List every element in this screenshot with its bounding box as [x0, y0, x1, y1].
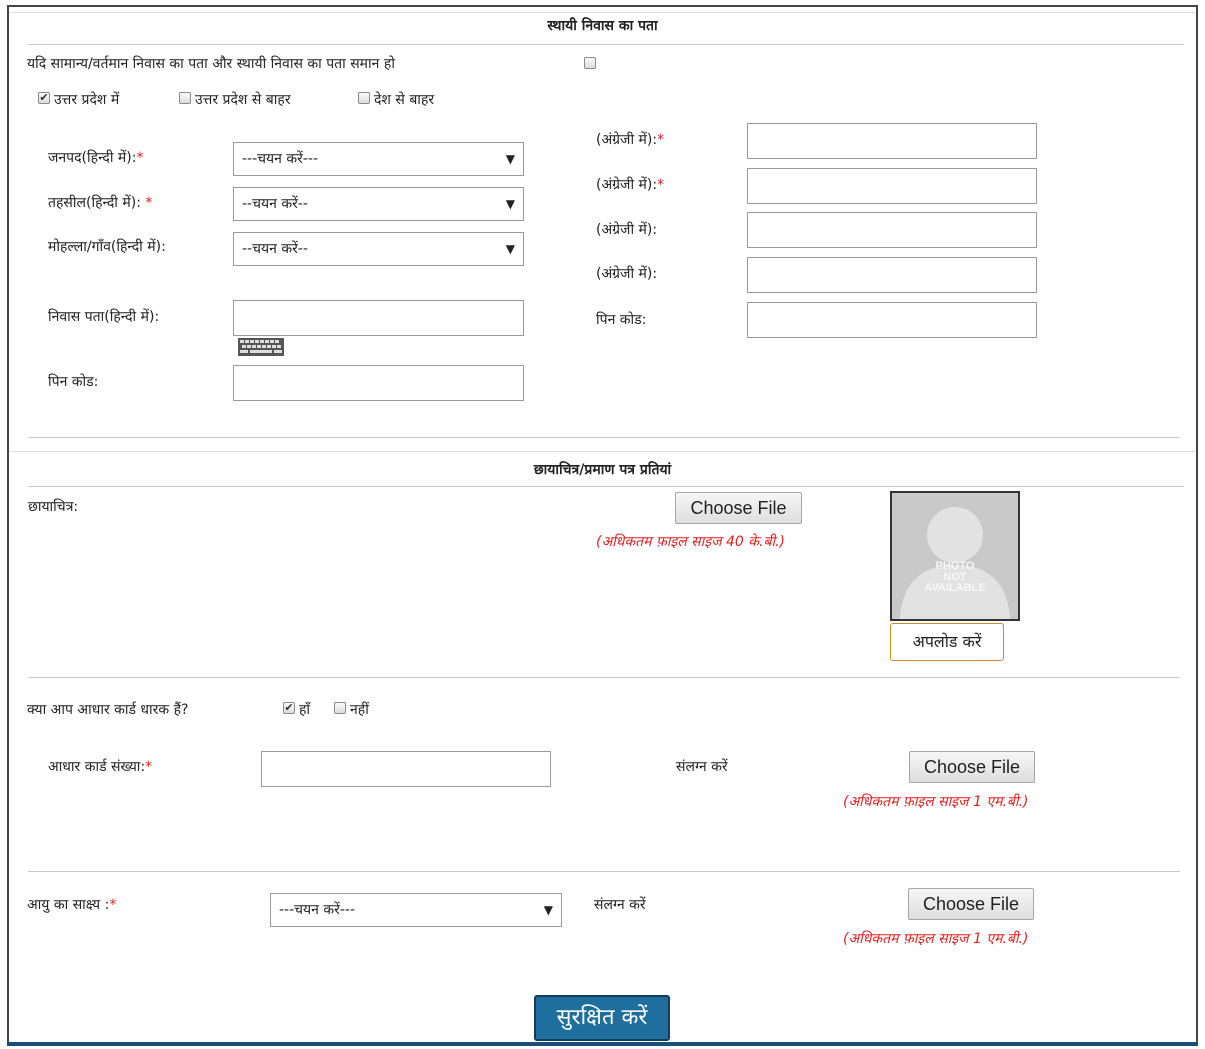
same-address-checkbox[interactable] [584, 57, 596, 69]
aadhaar-size-hint: (अधिकतम फ़ाइल साइज 1 एम.बी.) [843, 794, 1029, 810]
save-button[interactable]: सुरक्षित करें [534, 995, 670, 1041]
bottom-bar [7, 1042, 1198, 1046]
outside-country-checkbox[interactable] [358, 92, 370, 104]
aadhaar-number-input[interactable] [261, 751, 551, 787]
chevron-down-icon: ▼ [543, 903, 553, 917]
title-divider [28, 44, 1184, 45]
tehsil-label: तहसील(हिन्दी में): * [48, 195, 153, 211]
mohalla-english-label: (अंग्रेजी में): [596, 222, 658, 238]
photo-choose-file-button[interactable]: Choose File [675, 492, 802, 524]
age-attach-label: संलग्न करें [594, 897, 646, 913]
aadhaar-number-label: आधार कार्ड संख्या:* [48, 759, 153, 775]
photo-section-title: छायाचित्र/प्रमाण पत्र प्रतियां [533, 462, 672, 478]
age-size-hint: (अधिकतम फ़ाइल साइज 1 एम.बी.) [843, 931, 1029, 947]
address-input[interactable] [233, 300, 524, 336]
district-english-label: (अंग्रेजी में):* [596, 132, 665, 148]
age-divider [28, 871, 1180, 872]
upload-button[interactable]: अपलोड करें [890, 623, 1004, 661]
same-address-label: यदि सामान्य/वर्तमान निवास का पता और स्था… [27, 56, 395, 72]
mohalla-english-input[interactable] [747, 212, 1037, 248]
outside-country-label: देश से बाहर [374, 92, 435, 108]
person-silhouette-icon [892, 493, 1018, 619]
photo-placeholder: PHOTO NOT AVAILABLE [890, 491, 1020, 621]
age-choose-file-button[interactable]: Choose File [908, 888, 1034, 920]
address-english-label: (अंग्रेजी में): [596, 266, 658, 282]
age-proof-select[interactable]: ---चयन करें--- ▼ [270, 893, 562, 927]
aadhaar-no-label: नहीं [350, 702, 369, 718]
tehsil-english-input[interactable] [747, 168, 1037, 204]
section-divider [28, 437, 1180, 438]
keyboard-icon[interactable] [238, 338, 284, 356]
chevron-down-icon: ▼ [505, 152, 515, 166]
district-label: जनपद(हिन्दी में):* [48, 150, 144, 166]
pin-english-input[interactable] [747, 302, 1037, 338]
mohalla-select[interactable]: --चयन करें-- ▼ [233, 232, 524, 266]
outside-up-label: उत्तर प्रदेश से बाहर [195, 92, 291, 108]
age-proof-label: आयु का साक्ष्य :* [27, 897, 117, 913]
pin-input[interactable] [233, 365, 524, 401]
district-select[interactable]: ---चयन करें--- ▼ [233, 142, 524, 176]
aadhaar-yes-checkbox[interactable]: ✔ [283, 702, 295, 714]
pin-label: पिन कोड: [48, 374, 99, 390]
aadhaar-attach-label: संलग्न करें [676, 759, 728, 775]
up-checkbox[interactable]: ✔ [38, 92, 50, 104]
photo-label: छायाचित्र: [28, 499, 79, 515]
chevron-down-icon: ▼ [505, 197, 515, 211]
aadhaar-yes-label: हाँ [299, 702, 311, 718]
address-english-input[interactable] [747, 257, 1037, 293]
aadhaar-choose-file-button[interactable]: Choose File [909, 751, 1035, 783]
photo-size-hint: (अधिकतम फ़ाइल साइज 40 के.बी.) [596, 534, 785, 550]
up-label: उत्तर प्रदेश में [54, 92, 120, 108]
tehsil-select[interactable]: --चयन करें-- ▼ [233, 187, 524, 221]
permanent-address-title: स्थायी निवास का पता [547, 18, 658, 34]
section-divider-2 [9, 451, 1196, 452]
address-label: निवास पता(हिन्दी में): [48, 309, 160, 325]
top-divider [9, 12, 1196, 13]
district-english-input[interactable] [747, 123, 1037, 159]
photo-title-divider [28, 486, 1184, 487]
mohalla-label: मोहल्ला/गाँव(हिन्दी में): [48, 239, 166, 255]
photo-not-available-text: PHOTO NOT AVAILABLE [924, 560, 986, 594]
aadhaar-divider [28, 677, 1180, 678]
pin-english-label: पिन कोड: [596, 312, 647, 328]
outside-up-checkbox[interactable] [179, 92, 191, 104]
aadhaar-question-label: क्या आप आधार कार्ड धारक हैं? [27, 702, 189, 718]
tehsil-english-label: (अंग्रेजी में):* [596, 177, 665, 193]
aadhaar-no-checkbox[interactable] [334, 702, 346, 714]
chevron-down-icon: ▼ [505, 242, 515, 256]
